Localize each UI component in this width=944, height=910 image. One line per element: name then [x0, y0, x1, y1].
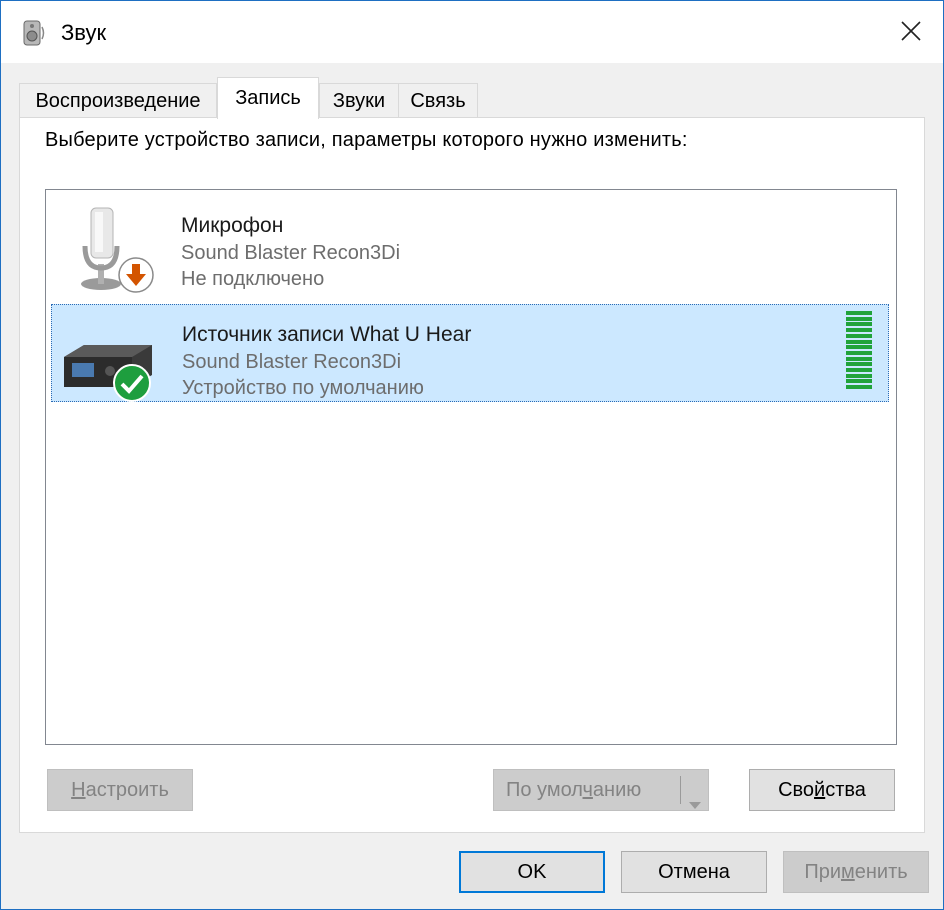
set-default-button[interactable]: По умолчанию: [493, 769, 709, 811]
default-check-icon: [112, 363, 152, 408]
level-meter-segment: [846, 379, 872, 384]
properties-button[interactable]: Свойства: [749, 769, 895, 811]
device-item-microphone[interactable]: Микрофон Sound Blaster Recon3Di Не подкл…: [51, 196, 889, 294]
level-meter-segment: [846, 368, 872, 372]
close-icon: [901, 21, 921, 41]
device-driver: Sound Blaster Recon3Di: [181, 242, 401, 264]
level-meter-segment: [846, 322, 872, 327]
chevron-down-icon[interactable]: [688, 785, 702, 825]
tab-sounds[interactable]: Звуки: [319, 83, 399, 117]
configure-button[interactable]: Настроить: [47, 769, 193, 811]
disconnected-arrow-icon: [117, 256, 155, 299]
device-name: Микрофон: [181, 214, 284, 237]
level-meter-segment: [846, 362, 872, 367]
device-item-what-u-hear[interactable]: Источник записи What U Hear Sound Blaste…: [51, 304, 889, 402]
ok-button[interactable]: OK: [459, 851, 605, 893]
close-button[interactable]: [879, 1, 943, 63]
level-meter-segment: [846, 311, 872, 315]
level-meter-segment: [846, 385, 872, 390]
tab-recording[interactable]: Запись: [217, 77, 319, 119]
device-driver: Sound Blaster Recon3Di: [182, 351, 402, 373]
device-status: Не подключено: [181, 268, 325, 290]
level-meter-segment: [846, 373, 872, 378]
level-meter-segment: [846, 345, 872, 350]
level-meter-segment: [846, 328, 872, 333]
level-meter-segment: [846, 316, 872, 321]
level-meter-segment: [846, 356, 872, 361]
cancel-button[interactable]: Отмена: [621, 851, 767, 893]
window-title: Звук: [61, 20, 107, 45]
level-meter-segment: [846, 339, 872, 344]
speaker-icon: [21, 19, 47, 47]
device-list[interactable]: Микрофон Sound Blaster Recon3Di Не подкл…: [45, 189, 897, 745]
instruction-text: Выберите устройство записи, параметры ко…: [45, 129, 688, 151]
tab-playback[interactable]: Воспроизведение: [19, 83, 217, 117]
sound-dialog: Звук Воспроизведение Запись Звуки Связь …: [0, 0, 944, 910]
level-meter: [846, 311, 872, 391]
level-meter-segment: [846, 350, 872, 355]
device-name: Источник записи What U Hear: [182, 323, 472, 346]
device-status: Устройство по умолчанию: [182, 377, 424, 399]
tab-communications[interactable]: Связь: [398, 83, 478, 117]
apply-button[interactable]: Применить: [783, 851, 929, 893]
title-bar: Звук: [1, 1, 943, 63]
level-meter-segment: [846, 333, 872, 338]
split-divider: [680, 776, 681, 804]
